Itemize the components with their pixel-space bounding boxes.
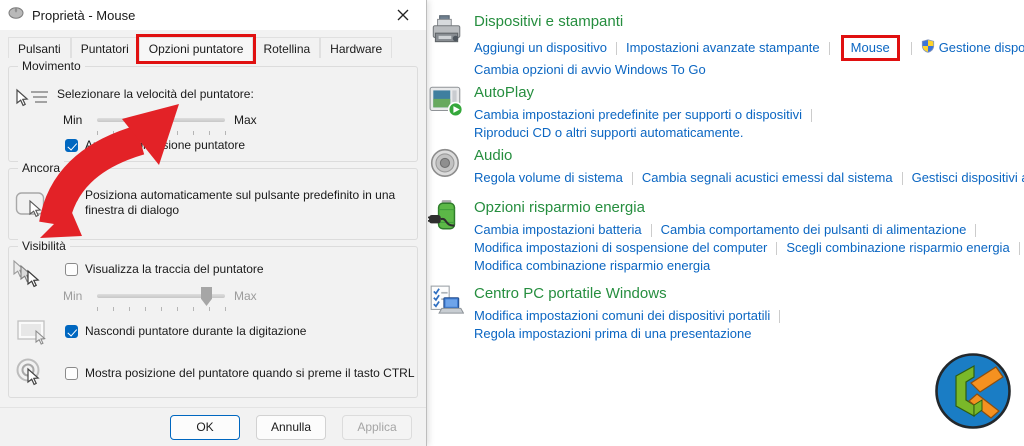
tab-opzioni-puntatore[interactable]: Opzioni puntatore xyxy=(139,37,254,61)
hide-pointer-checkbox[interactable] xyxy=(65,325,78,338)
snap-to-button-icon xyxy=(15,191,51,226)
separator xyxy=(829,42,830,55)
hide-pointer-checkbox-label[interactable]: Nascondi puntatore durante la digitazion… xyxy=(85,324,306,339)
dialog-titlebar[interactable]: Proprietà - Mouse xyxy=(0,0,426,30)
cancel-button[interactable]: Annulla xyxy=(256,415,326,440)
pointer-speed-icon xyxy=(13,85,51,120)
link-mouse[interactable]: Mouse xyxy=(851,39,890,57)
site-logo xyxy=(933,351,1013,431)
tab-strip: Pulsanti Puntatori Opzioni puntatore Rot… xyxy=(0,30,426,61)
separator xyxy=(902,172,903,185)
separator xyxy=(632,172,633,185)
group-movimento: Movimento Selezionare la velocità del pu… xyxy=(8,66,418,162)
separator xyxy=(811,109,812,122)
uac-shield-icon xyxy=(921,39,935,58)
precision-checkbox-label[interactable]: Aumenta precisione puntatore xyxy=(85,138,245,153)
separator xyxy=(779,310,780,323)
ok-button[interactable]: OK xyxy=(170,415,240,440)
section-mobility-center: Centro PC portatile Windows Modifica imp… xyxy=(428,284,1024,343)
link-advanced-printer-settings[interactable]: Impostazioni avanzate stampante xyxy=(626,39,820,57)
link-battery-settings[interactable]: Cambia impostazioni batteria xyxy=(474,221,642,239)
hide-pointer-icon xyxy=(17,319,49,352)
show-location-icon xyxy=(15,357,47,394)
section-title[interactable]: Dispositivi e stampanti xyxy=(474,12,1024,31)
section-power-options: Opzioni risparmio energia Cambia imposta… xyxy=(428,198,1024,275)
trail-slider-ticks xyxy=(97,307,227,311)
group-ancora-label: Ancora xyxy=(18,161,64,175)
apply-button[interactable]: Applica xyxy=(342,415,412,440)
mouse-properties-dialog: Proprietà - Mouse Pulsanti Puntatori Opz… xyxy=(0,0,427,446)
section-title[interactable]: AutoPlay xyxy=(474,83,821,102)
pointer-trail-icon xyxy=(11,259,53,300)
separator xyxy=(911,42,912,55)
link-edit-power-plan[interactable]: Modifica combinazione risparmio energia xyxy=(474,257,710,275)
trail-slider-max-label: Max xyxy=(234,289,257,304)
pointer-speed-caption: Selezionare la velocità del puntatore: xyxy=(57,87,254,102)
trail-checkbox[interactable] xyxy=(65,263,78,276)
link-play-cd[interactable]: Riproduci CD o altri supporti automatica… xyxy=(474,124,744,142)
separator xyxy=(616,42,617,55)
speed-slider-max-label: Max xyxy=(234,113,257,128)
link-system-sounds[interactable]: Cambia segnali acustici emessi dal siste… xyxy=(642,169,893,187)
section-title[interactable]: Opzioni risparmio energia xyxy=(474,198,1024,217)
link-add-device[interactable]: Aggiungi un dispositivo xyxy=(474,39,607,57)
section-title[interactable]: Centro PC portatile Windows xyxy=(474,284,789,303)
dialog-title: Proprietà - Mouse xyxy=(32,8,135,23)
section-devices-printers: Dispositivi e stampanti Aggiungi un disp… xyxy=(428,12,1024,79)
trail-slider-thumb[interactable] xyxy=(201,287,212,306)
separator xyxy=(975,224,976,237)
link-presentation-settings[interactable]: Regola impostazioni prima di una present… xyxy=(474,325,752,343)
group-ancora: Ancora Posiziona automaticamente sul pul… xyxy=(8,168,418,240)
section-autoplay: AutoPlay Cambia impostazioni predefinite… xyxy=(428,83,1024,142)
close-icon[interactable] xyxy=(388,2,418,28)
group-visibilita: Visibilità Visualizza la traccia del pun… xyxy=(8,246,418,398)
link-system-volume[interactable]: Regola volume di sistema xyxy=(474,169,623,187)
separator xyxy=(1019,242,1020,255)
devices-printers-icon[interactable] xyxy=(428,12,464,48)
tab-page-opzioni-puntatore: Movimento Selezionare la velocità del pu… xyxy=(0,58,426,407)
dialog-button-bar: OK Annulla Applica xyxy=(0,407,426,446)
link-autoplay-defaults[interactable]: Cambia impostazioni predefinite per supp… xyxy=(474,106,802,124)
red-annotation-box-mouse: Mouse xyxy=(841,35,900,61)
group-visibilita-label: Visibilità xyxy=(18,239,70,253)
show-location-checkbox[interactable] xyxy=(65,367,78,380)
precision-checkbox[interactable] xyxy=(65,139,78,152)
speed-slider-min-label: Min xyxy=(63,113,82,128)
speed-slider-ticks xyxy=(97,131,227,135)
snap-checkbox-label[interactable]: Posiziona automaticamente sul pulsante p… xyxy=(85,188,407,218)
group-movimento-label: Movimento xyxy=(18,59,85,73)
mobility-center-icon[interactable] xyxy=(428,284,464,320)
separator xyxy=(776,242,777,255)
show-location-checkbox-label[interactable]: Mostra posizione del puntatore quando si… xyxy=(85,366,415,381)
link-choose-power-plan[interactable]: Scegli combinazione risparmio energia xyxy=(786,239,1009,257)
mouse-icon xyxy=(8,6,24,25)
battery-power-icon[interactable] xyxy=(428,198,464,234)
speed-slider-thumb[interactable] xyxy=(156,111,167,130)
speaker-icon[interactable] xyxy=(428,146,464,182)
section-title[interactable]: Audio xyxy=(474,146,1024,165)
link-sleep-settings[interactable]: Modifica impostazioni di sospensione del… xyxy=(474,239,767,257)
separator xyxy=(651,224,652,237)
trail-slider-min-label: Min xyxy=(63,289,82,304)
link-windows-to-go[interactable]: Cambia opzioni di avvio Windows To Go xyxy=(474,61,706,79)
section-audio: Audio Regola volume di sistema Cambia se… xyxy=(428,146,1024,187)
autoplay-icon[interactable] xyxy=(428,83,464,119)
trail-checkbox-label[interactable]: Visualizza la traccia del puntatore xyxy=(85,262,264,277)
screen: Proprietà - Mouse Pulsanti Puntatori Opz… xyxy=(0,0,1024,446)
link-mobility-common-settings[interactable]: Modifica impostazioni comuni dei disposi… xyxy=(474,307,770,325)
snap-checkbox[interactable] xyxy=(65,189,78,202)
link-device-manager[interactable]: Gestione dispositivi xyxy=(939,39,1024,57)
link-power-buttons[interactable]: Cambia comportamento dei pulsanti di ali… xyxy=(661,221,967,239)
link-audio-devices[interactable]: Gestisci dispositivi audio xyxy=(912,169,1024,187)
